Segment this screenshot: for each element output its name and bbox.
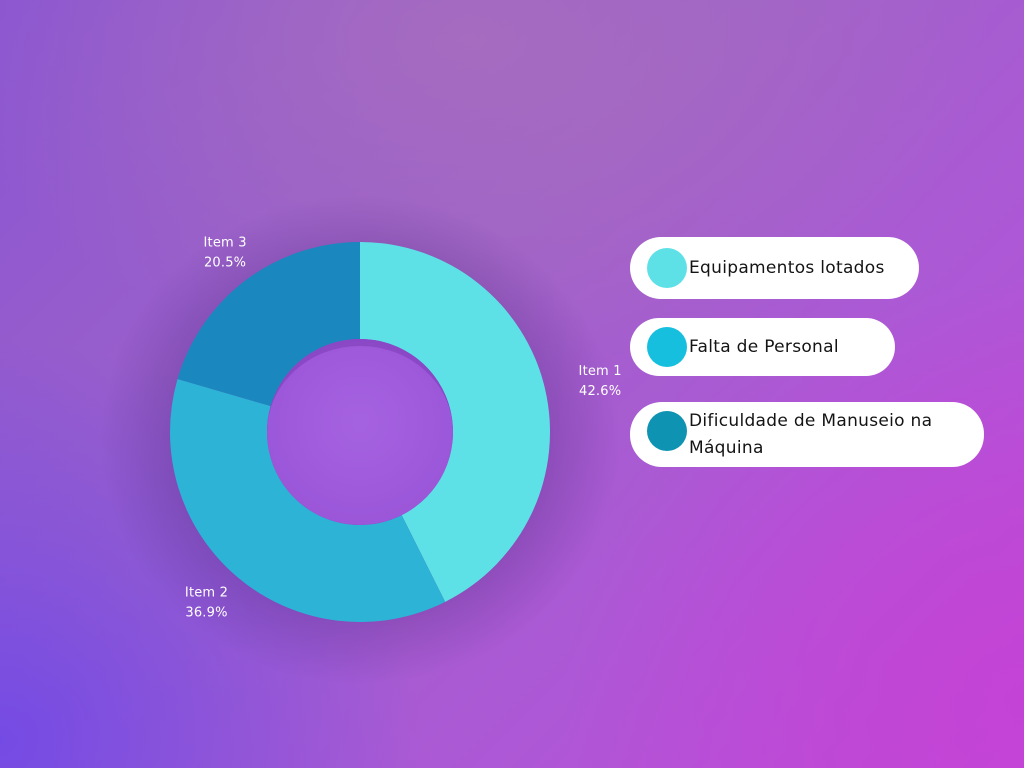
- legend-item-2: Falta de Personal: [630, 318, 895, 376]
- slice-label-1: Item 1: [579, 364, 622, 379]
- slice-value-2: 36.9%: [185, 606, 227, 621]
- legend-swatch-2: [647, 327, 687, 367]
- legend-swatch-3: [647, 411, 687, 451]
- legend-item-3: Dificuldade de Manuseio na Máquina: [630, 402, 984, 467]
- slice-label-2: Item 2: [185, 586, 228, 601]
- legend-swatch-1: [647, 248, 687, 288]
- slice-label-3: Item 3: [204, 236, 247, 251]
- donut-chart: Item 1 42.6% Item 2 36.9% Item 3 20.5%: [100, 195, 622, 685]
- legend-item-1: Equipamentos lotados: [630, 237, 919, 299]
- legend-label-2: Falta de Personal: [689, 336, 839, 357]
- slice-value-3: 20.5%: [204, 256, 246, 271]
- legend-label-3: Dificuldade de Manuseio na Máquina: [689, 411, 933, 458]
- legend-label-1: Equipamentos lotados: [689, 257, 885, 278]
- slice-value-1: 42.6%: [579, 384, 621, 399]
